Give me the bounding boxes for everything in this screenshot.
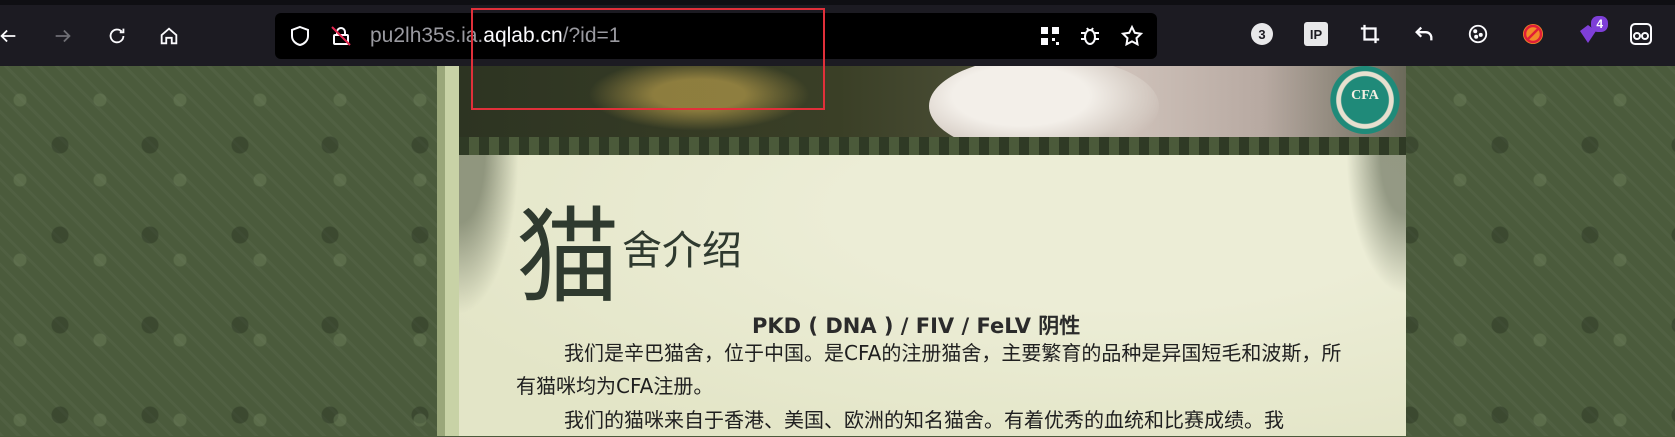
qr-code-icon[interactable] xyxy=(1038,24,1062,48)
ip-extension-button[interactable]: IP xyxy=(1302,20,1330,48)
corner-ornament-right xyxy=(1346,155,1406,295)
ip-icon: IP xyxy=(1304,22,1328,46)
url-highlight-box xyxy=(471,8,825,110)
cat-photo xyxy=(929,66,1159,137)
glasses-icon xyxy=(1630,23,1652,45)
extension-notification-count: 4 xyxy=(1591,16,1608,32)
undo-button[interactable] xyxy=(1410,20,1438,48)
extension-counter-button[interactable]: 3 xyxy=(1248,20,1276,48)
blocked-icon xyxy=(1523,24,1543,44)
cookie-icon xyxy=(1468,24,1488,44)
cookie-button[interactable] xyxy=(1464,20,1492,48)
decorative-band xyxy=(459,137,1406,155)
tab-strip-edge xyxy=(0,0,1675,5)
insecure-lock-icon[interactable] xyxy=(329,24,353,48)
crop-button[interactable] xyxy=(1356,20,1384,48)
gem-extension-button[interactable]: 4 xyxy=(1574,16,1608,48)
star-bookmark-icon[interactable] xyxy=(1120,24,1144,48)
cfa-logo-text: CFA xyxy=(1351,88,1379,103)
blocker-extension-button[interactable] xyxy=(1519,20,1547,48)
crop-icon xyxy=(1360,24,1380,44)
reload-button[interactable] xyxy=(101,20,133,52)
bug-icon[interactable] xyxy=(1078,24,1102,48)
browser-toolbar: pu2lh35s.ia.aqlab.cn/?id=1 3 IP 4 xyxy=(0,0,1675,66)
reload-icon xyxy=(109,28,125,44)
reader-glasses-button[interactable] xyxy=(1627,20,1655,48)
home-button[interactable] xyxy=(153,20,185,52)
page-title-initial: 猫 xyxy=(516,196,621,318)
back-icon xyxy=(0,29,16,43)
shield-icon[interactable] xyxy=(288,24,312,48)
cfa-logo: CFA xyxy=(1330,66,1400,134)
forward-icon xyxy=(55,29,71,43)
page-title: 舍介绍 xyxy=(622,228,742,274)
extension-counter-badge: 3 xyxy=(1251,23,1273,45)
home-icon xyxy=(160,27,178,45)
intro-paragraph-1: 我们是辛巴猫舍，位于中国。是CFA的注册猫舍，主要繁育的品种是异国短毛和波斯，所… xyxy=(516,341,1342,398)
corner-ornament-left xyxy=(459,155,519,315)
url-prefix: pu2lh35s.ia. xyxy=(370,24,484,47)
health-subheading: PKD ( DNA ) / FIV / FeLV 阴性 xyxy=(752,314,1081,338)
intro-paragraph-2: 我们的猫咪来自于香港、美国、欧洲的知名猫舍。有着优秀的血统和比赛成绩。我 xyxy=(564,408,1284,432)
back-button[interactable] xyxy=(0,20,24,52)
undo-icon xyxy=(1415,26,1433,41)
forward-button[interactable] xyxy=(47,20,79,52)
